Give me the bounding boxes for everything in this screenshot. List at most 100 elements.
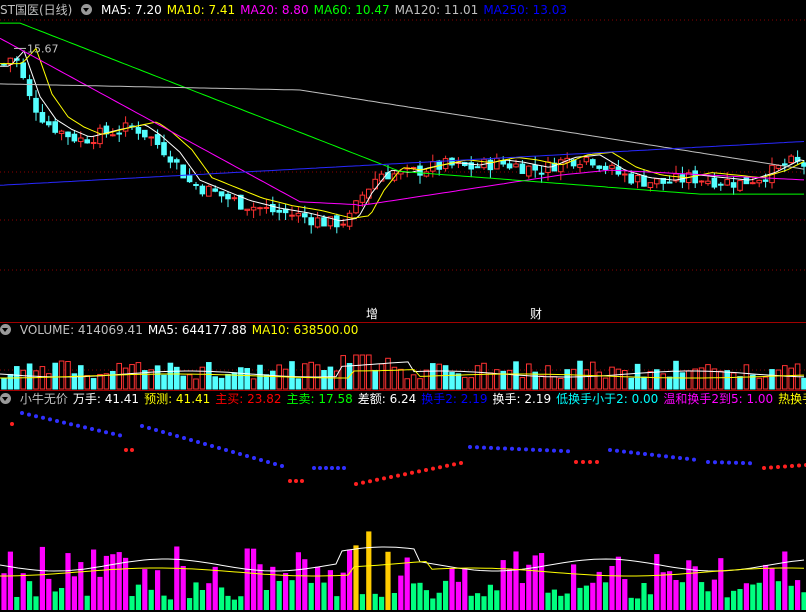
turnover-dot-red	[459, 461, 463, 465]
histogram-bar-green	[724, 597, 730, 610]
candle-body	[97, 127, 103, 145]
candle-body	[775, 164, 782, 169]
volume-bar	[186, 374, 193, 390]
turnover-dot-blue	[231, 450, 235, 454]
histogram-bar-green	[564, 593, 570, 610]
histogram-bar-magenta	[46, 578, 52, 610]
candle-body	[321, 217, 327, 227]
candle-body	[206, 185, 212, 197]
histogram-bar-green	[391, 592, 397, 610]
candle-body	[244, 208, 250, 211]
histogram-bar-magenta	[110, 554, 116, 610]
histogram-bar-green	[321, 582, 327, 610]
turnover-dot-red	[396, 473, 400, 478]
candle-body	[1, 63, 7, 66]
turnover-dot-blue	[489, 445, 493, 450]
turnover-indicator-9: 温和换手2到5: 1.00	[663, 392, 774, 406]
histogram-bar-magenta	[449, 567, 455, 610]
histogram-bar-green	[603, 582, 609, 610]
histogram-bar-magenta	[155, 570, 161, 610]
volume-bar	[20, 369, 26, 390]
turnover-dot-blue	[55, 419, 59, 423]
candle-body	[634, 175, 641, 183]
volume-bar	[295, 378, 302, 390]
histogram-bar-magenta	[7, 551, 13, 610]
candle-body	[193, 184, 199, 187]
turnover-dot-blue	[189, 438, 193, 442]
candle-body	[583, 156, 590, 163]
volume-bar	[142, 370, 148, 390]
turnover-dot-blue	[318, 466, 322, 470]
turnover-dot-blue	[90, 427, 94, 431]
histogram-bar-magenta	[206, 583, 212, 610]
candle-body	[590, 159, 596, 166]
turnover-dot-red	[382, 476, 386, 481]
histogram-bar-green	[577, 587, 583, 610]
candle-body	[474, 166, 481, 169]
turnover-dot-blue	[629, 450, 633, 455]
turnover-dot-red	[790, 464, 794, 468]
turnover-dot-blue	[280, 464, 284, 468]
turnover-indicator-1: 万手: 41.41	[72, 392, 140, 406]
candle-body	[654, 178, 660, 185]
volume-bar	[372, 369, 378, 390]
turnover-dot-blue	[503, 446, 507, 451]
histogram-bar-green	[417, 582, 423, 610]
volume-bar	[468, 377, 474, 390]
volume-bar	[718, 370, 724, 390]
candle-body	[231, 197, 238, 200]
candle-body	[628, 173, 635, 184]
candle-body	[538, 172, 545, 175]
turnover-dot-blue	[217, 446, 221, 450]
volume-bar	[762, 376, 769, 390]
volume-bar	[532, 371, 539, 390]
turnover-dot-blue	[259, 458, 263, 462]
volume-bar	[46, 373, 52, 390]
event-marker-1: 财	[530, 307, 542, 321]
histogram-bar-magenta	[590, 582, 596, 610]
candle-body	[705, 180, 711, 185]
volume-panel-header: VOLUME: 414069.41 MA5: 644177.88 MA10: 638…	[0, 322, 806, 338]
turnover-dot-blue	[615, 448, 619, 453]
histogram-bar-magenta	[654, 554, 660, 610]
volume-bar	[423, 369, 430, 390]
turnover-dot-blue	[97, 428, 101, 433]
turnover-dot-blue	[62, 420, 66, 425]
turnover-dot-blue	[203, 442, 207, 446]
turnover-dot-blue	[196, 440, 200, 444]
turnover-dot-red	[769, 465, 773, 470]
indicator-settings-gear-icon[interactable]	[0, 393, 11, 404]
histogram-bar-green	[731, 590, 737, 610]
volume-bar	[199, 366, 206, 390]
candle-body	[20, 62, 26, 79]
volume-bar	[564, 369, 571, 390]
volume-settings-gear-icon[interactable]	[0, 324, 11, 335]
histogram-bar-green	[494, 590, 500, 610]
turnover-dot-blue	[734, 460, 738, 465]
turnover-dot-red	[417, 469, 421, 474]
volume-bar	[404, 378, 410, 390]
histogram-bar-green	[199, 589, 205, 610]
candle-body	[46, 121, 52, 126]
volume-indicator-2: MA10: 638500.00	[251, 323, 359, 337]
volume-bar	[570, 368, 577, 390]
turnover-dot-blue	[238, 452, 242, 456]
turnover-dot-blue	[524, 447, 528, 452]
volume-bar	[154, 365, 161, 390]
turnover-dot-blue	[34, 414, 38, 419]
volume-bar	[206, 362, 212, 390]
volume-bar	[436, 363, 442, 390]
histogram-bar-green	[443, 580, 449, 610]
main-panel-header: ST国医(日线) MA5: 7.20 MA10: 7.41 MA20: 8.80 MA…	[0, 2, 806, 18]
volume-bar	[487, 372, 494, 390]
turnover-dot-red	[574, 460, 578, 464]
volume-bar	[167, 362, 174, 390]
settings-gear-icon[interactable]	[81, 4, 93, 15]
turnover-dot-blue	[608, 448, 612, 452]
turnover-dot-blue	[266, 460, 270, 464]
histogram-bar-magenta	[404, 557, 410, 610]
volume-bar	[65, 361, 71, 390]
histogram-bar-green	[276, 580, 282, 610]
turnover-dot-blue	[517, 447, 521, 452]
turnover-dot-blue	[650, 452, 654, 457]
